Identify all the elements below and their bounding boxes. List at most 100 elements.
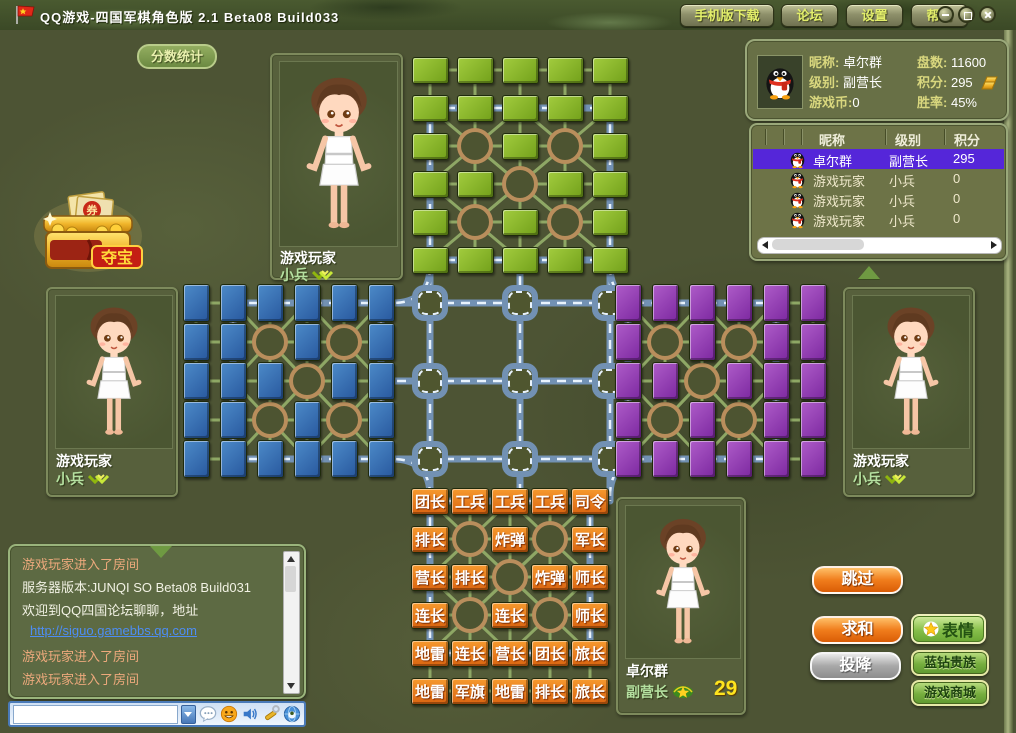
board-piece[interactable]: 工兵: [531, 488, 569, 515]
board-piece[interactable]: 地雷: [411, 678, 449, 705]
board-piece[interactable]: 工兵: [451, 488, 489, 515]
board-tile[interactable]: [294, 401, 321, 439]
board-tile[interactable]: [457, 247, 494, 274]
board-piece[interactable]: 炸弹: [531, 564, 569, 591]
board-tile[interactable]: [592, 133, 629, 160]
board-tile[interactable]: [726, 362, 753, 400]
chat-scrollbar[interactable]: [283, 551, 300, 694]
collapse-panel-arrow[interactable]: [858, 266, 880, 279]
board-tile[interactable]: [368, 323, 395, 361]
board-piece[interactable]: 连长: [411, 602, 449, 629]
board-tile[interactable]: [689, 440, 716, 478]
board-piece[interactable]: 司令: [571, 488, 609, 515]
board-tile[interactable]: [412, 209, 449, 236]
board-piece[interactable]: 师长: [571, 564, 609, 591]
game-mall-button[interactable]: 游戏商城: [911, 680, 989, 706]
board-tile[interactable]: [615, 440, 642, 478]
board-piece[interactable]: 工兵: [491, 488, 529, 515]
board-piece[interactable]: 地雷: [411, 640, 449, 667]
board-piece[interactable]: 连长: [451, 640, 489, 667]
board-piece[interactable]: 营长: [411, 564, 449, 591]
board-tile[interactable]: [183, 401, 210, 439]
board-tile[interactable]: [547, 57, 584, 84]
table-row[interactable]: 游戏玩家 小兵 0: [753, 169, 1004, 189]
scroll-left-icon[interactable]: [762, 241, 768, 249]
board-tile[interactable]: [457, 95, 494, 122]
surrender-button[interactable]: 投降: [810, 652, 901, 680]
board-tile[interactable]: [183, 284, 210, 322]
board-tile[interactable]: [502, 95, 539, 122]
board-tile[interactable]: [592, 209, 629, 236]
table-row[interactable]: 游戏玩家 小兵 0: [753, 189, 1004, 209]
board-tile[interactable]: [457, 171, 494, 198]
board-tile[interactable]: [220, 362, 247, 400]
board-tile[interactable]: [652, 440, 679, 478]
blue-diamond-button[interactable]: 蓝钻贵族: [911, 650, 989, 676]
chat-history-dropdown[interactable]: [181, 705, 196, 724]
board-tile[interactable]: [331, 362, 358, 400]
board-tile[interactable]: [502, 133, 539, 160]
board-tile[interactable]: [652, 362, 679, 400]
board-tile[interactable]: [547, 95, 584, 122]
board-piece[interactable]: 营长: [491, 640, 529, 667]
emote-button[interactable]: 表情: [911, 614, 986, 644]
board-tile[interactable]: [592, 57, 629, 84]
tools-icon[interactable]: [262, 705, 280, 723]
board-tile[interactable]: [331, 284, 358, 322]
skip-button[interactable]: 跳过: [812, 566, 903, 594]
collapse-chat-arrow[interactable]: [150, 546, 172, 558]
board-tile[interactable]: [368, 362, 395, 400]
board-tile[interactable]: [800, 440, 827, 478]
board-piece[interactable]: 旅长: [571, 678, 609, 705]
board-tile[interactable]: [502, 209, 539, 236]
board-tile[interactable]: [294, 323, 321, 361]
chat-link[interactable]: http://siguo.gamebbs.qq.com: [30, 623, 197, 638]
board-piece[interactable]: 团长: [411, 488, 449, 515]
board-tile[interactable]: [502, 247, 539, 274]
board-piece[interactable]: 旅长: [571, 640, 609, 667]
board-tile[interactable]: [412, 171, 449, 198]
board-tile[interactable]: [412, 133, 449, 160]
scroll-right-icon[interactable]: [991, 241, 997, 249]
board-piece[interactable]: 团长: [531, 640, 569, 667]
board-tile[interactable]: [726, 284, 753, 322]
board-piece[interactable]: 排长: [411, 526, 449, 553]
board-tile[interactable]: [763, 323, 790, 361]
board-tile[interactable]: [257, 284, 284, 322]
board-tile[interactable]: [220, 401, 247, 439]
board-piece[interactable]: 排长: [451, 564, 489, 591]
board-tile[interactable]: [183, 362, 210, 400]
board-tile[interactable]: [294, 440, 321, 478]
board-tile[interactable]: [615, 323, 642, 361]
board-tile[interactable]: [800, 401, 827, 439]
board-tile[interactable]: [183, 440, 210, 478]
board-tile[interactable]: [689, 284, 716, 322]
board-tile[interactable]: [689, 401, 716, 439]
board-tile[interactable]: [294, 284, 321, 322]
board-tile[interactable]: [800, 323, 827, 361]
emoticon-icon[interactable]: [220, 705, 238, 723]
board-tile[interactable]: [763, 362, 790, 400]
board-tile[interactable]: [592, 95, 629, 122]
scroll-thumb[interactable]: [772, 239, 864, 250]
table-horizontal-scrollbar[interactable]: [757, 237, 1002, 254]
board-tile[interactable]: [763, 401, 790, 439]
score-stats-button[interactable]: 分数统计: [137, 44, 217, 69]
board-tile[interactable]: [547, 171, 584, 198]
board-tile[interactable]: [689, 323, 716, 361]
board-tile[interactable]: [183, 323, 210, 361]
board-tile[interactable]: [220, 323, 247, 361]
board-tile[interactable]: [412, 247, 449, 274]
board-tile[interactable]: [615, 284, 642, 322]
scroll-down-icon[interactable]: [287, 683, 295, 689]
board-tile[interactable]: [368, 284, 395, 322]
board-tile[interactable]: [257, 440, 284, 478]
board-tile[interactable]: [412, 95, 449, 122]
board-piece[interactable]: 连长: [491, 602, 529, 629]
board-tile[interactable]: [592, 247, 629, 274]
board-tile[interactable]: [763, 284, 790, 322]
board-tile[interactable]: [615, 401, 642, 439]
board-piece[interactable]: 炸弹: [491, 526, 529, 553]
board-tile[interactable]: [220, 284, 247, 322]
draw-button[interactable]: 求和: [812, 616, 903, 644]
